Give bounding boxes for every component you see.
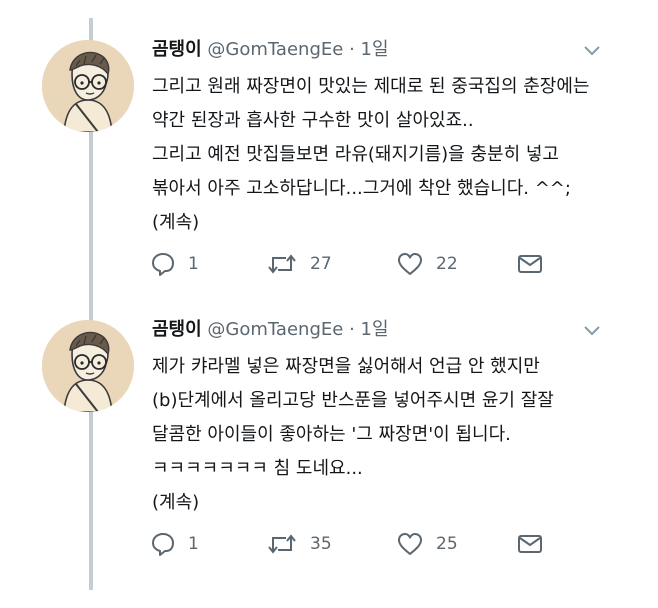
avatar-illustration-icon	[42, 40, 134, 132]
heart-icon	[398, 533, 422, 555]
like-button[interactable]: 25	[396, 530, 458, 558]
reply-button[interactable]: 1	[150, 530, 199, 558]
like-button[interactable]: 22	[396, 250, 458, 278]
tweet-text-line: (계속)	[152, 492, 200, 513]
avatar[interactable]	[42, 40, 134, 132]
separator-dot: ·	[349, 39, 355, 60]
user-handle[interactable]: @GomTaengEe	[207, 39, 343, 60]
avatar[interactable]	[42, 320, 134, 412]
like-count: 25	[436, 534, 458, 554]
retweet-button[interactable]: 35	[266, 530, 332, 558]
avatar-illustration-icon	[42, 320, 134, 412]
tweet-text-line: ㅋㅋㅋㅋㅋㅋㅋ 침 도네요...	[152, 458, 363, 479]
tweet-text-line: 그리고 원래 짜장면이 맛있는 제대로 된 중국집의 춘장에는	[152, 76, 590, 97]
reply-count: 1	[188, 254, 199, 274]
reply-count: 1	[188, 534, 199, 554]
user-handle[interactable]: @GomTaengEe	[207, 319, 343, 340]
tweet-actions: 1 27 22	[150, 250, 610, 278]
tweet-text: 제가 캬라멜 넣은 짜장면을 싫어해서 언급 안 했지만 (b)단계에서 올리고…	[152, 350, 622, 520]
tweet-text-line: 제가 캬라멜 넣은 짜장면을 싫어해서 언급 안 했지만	[152, 356, 540, 377]
heart-icon	[398, 253, 422, 275]
tweet-text-line: (계속)	[152, 212, 200, 233]
tweet-text: 그리고 원래 짜장면이 맛있는 제대로 된 중국집의 춘장에는 약간 된장과 흡…	[152, 70, 622, 240]
reply-button[interactable]: 1	[150, 250, 199, 278]
display-name[interactable]: 곰탱이	[152, 39, 202, 60]
retweet-button[interactable]: 27	[266, 250, 332, 278]
reply-icon	[152, 533, 174, 556]
tweet-text-line: 달콤한 아이들이 좋아하는 '그 짜장면'이 됩니다.	[152, 424, 511, 445]
envelope-icon	[518, 535, 542, 553]
like-count: 22	[436, 254, 458, 274]
tweet-text-line: 약간 된장과 흡사한 구수한 맛이 살아있죠..	[152, 110, 474, 131]
retweet-icon	[268, 254, 296, 274]
retweet-icon	[268, 534, 296, 554]
envelope-icon	[518, 255, 542, 273]
reply-icon	[152, 253, 174, 276]
chevron-down-icon[interactable]	[582, 324, 602, 338]
timestamp[interactable]: 1일	[361, 319, 389, 340]
display-name[interactable]: 곰탱이	[152, 319, 202, 340]
tweet-header: 곰탱이 @GomTaengEe · 1일	[152, 316, 389, 344]
chevron-down-icon[interactable]	[582, 44, 602, 58]
retweet-count: 35	[310, 534, 332, 554]
tweet-actions: 1 35 25	[150, 530, 610, 558]
tweet-text-line: 볶아서 아주 고소하답니다...그거에 착안 했습니다. ^^;	[152, 178, 571, 199]
retweet-count: 27	[310, 254, 332, 274]
separator-dot: ·	[349, 319, 355, 340]
direct-message-button[interactable]	[516, 530, 544, 558]
tweet-text-line: (b)단계에서 올리고당 반스푼을 넣어주시면 윤기 잘잘	[152, 390, 554, 411]
timestamp[interactable]: 1일	[361, 39, 389, 60]
direct-message-button[interactable]	[516, 250, 544, 278]
tweet-header: 곰탱이 @GomTaengEe · 1일	[152, 36, 389, 64]
tweet-text-line: 그리고 예전 맛집들보면 라유(돼지기름)을 충분히 넣고	[152, 144, 559, 165]
